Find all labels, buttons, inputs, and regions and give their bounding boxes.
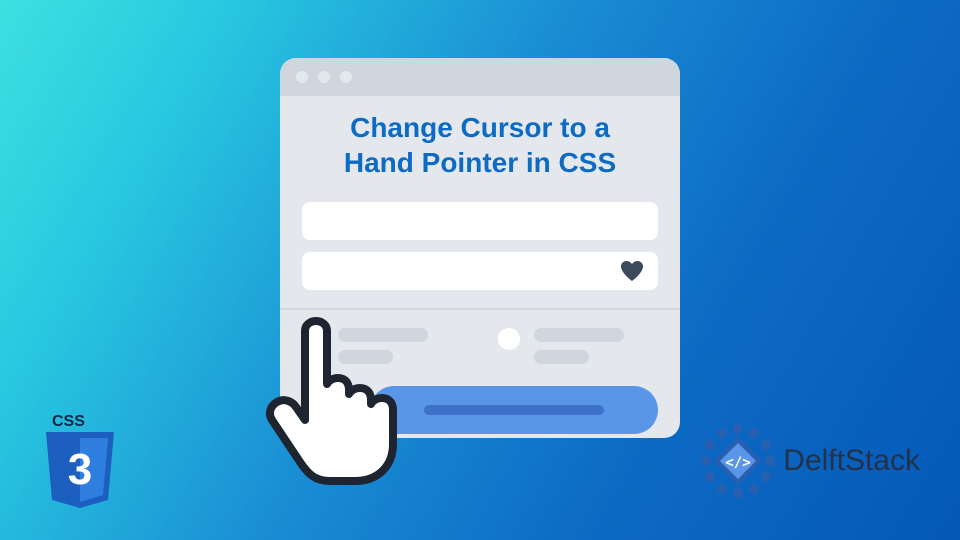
title-line-2: Hand Pointer in CSS — [304, 145, 656, 180]
svg-text:</>: </> — [726, 455, 751, 471]
window-control-dot — [318, 71, 330, 83]
button-label-placeholder — [424, 405, 604, 415]
brand-name: DelftStack — [783, 444, 920, 478]
css3-logo: CSS 3 — [40, 412, 120, 512]
title-line-1: Change Cursor to a — [304, 110, 656, 145]
text-field-1 — [302, 202, 658, 240]
text-field-2 — [302, 252, 658, 290]
window-control-dot — [296, 71, 308, 83]
browser-window-illustration: Change Cursor to a Hand Pointer in CSS — [280, 58, 680, 438]
window-titlebar — [280, 58, 680, 96]
page-title: Change Cursor to a Hand Pointer in CSS — [280, 96, 680, 190]
hand-pointer-cursor-icon — [260, 316, 410, 486]
window-control-dot — [340, 71, 352, 83]
delftstack-logo: </> DelftStack — [699, 422, 920, 500]
placeholder-lines — [534, 328, 624, 364]
css-badge-number: 3 — [68, 445, 92, 494]
delftstack-emblem-icon: </> — [699, 422, 777, 500]
radio-unchecked-icon — [498, 328, 520, 350]
heart-icon — [620, 260, 644, 282]
css-badge-text: CSS — [52, 413, 85, 430]
submit-button-illustration — [370, 386, 658, 434]
radio-option-2 — [498, 328, 624, 364]
